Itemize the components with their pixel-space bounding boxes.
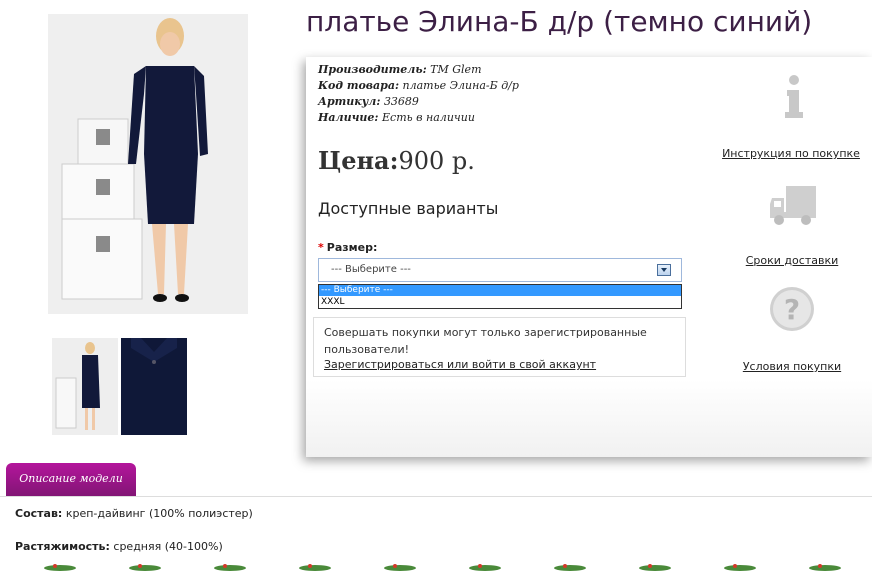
stock-row: Наличие: Есть в наличии	[318, 111, 475, 124]
manufacturer-row: Производитель: TM Glem	[318, 63, 482, 76]
article-value: 33689	[383, 95, 419, 108]
composition-label: Состав:	[15, 507, 63, 520]
login-register-link[interactable]: Зарегистрироваться или войти в свой акка…	[324, 358, 596, 371]
tab-description[interactable]: Описание модели	[6, 463, 136, 496]
tab-description-label: Описание модели	[19, 472, 123, 485]
product-main-image[interactable]	[48, 14, 248, 314]
price: Цена:900 р.	[318, 146, 475, 175]
price-value: 900 р.	[398, 147, 475, 175]
size-select-value: --- Выберите ---	[331, 264, 411, 275]
instruction-link[interactable]: Инструкция по покупке	[721, 147, 861, 160]
stock-value: Есть в наличии	[382, 111, 475, 124]
delivery-link[interactable]: Сроки доставки	[722, 254, 862, 267]
product-thumbnail-2[interactable]	[121, 338, 187, 435]
product-title: платье Элина-Б д/р (темно синий)	[306, 5, 813, 38]
question-icon[interactable]: ?	[768, 285, 816, 333]
size-option-placeholder[interactable]: --- Выберите ---	[319, 285, 681, 296]
stretch-row: Растяжимость: средняя (40-100%)	[15, 540, 223, 553]
article-label: Артикул:	[318, 95, 381, 108]
truck-icon[interactable]	[770, 182, 818, 230]
price-label: Цена:	[318, 146, 399, 175]
manufacturer-value[interactable]: TM Glem	[430, 63, 481, 76]
chevron-down-icon[interactable]	[657, 264, 671, 276]
composition-row: Состав: креп-дайвинг (100% полиэстер)	[15, 507, 253, 520]
login-notice: Совершать покупки могут только зарегистр…	[313, 317, 686, 377]
article-row: Артикул: 33689	[318, 95, 419, 108]
size-dropdown-list: --- Выберите --- XXXL	[318, 284, 682, 309]
login-notice-text: Совершать покупки могут только зарегистр…	[324, 326, 647, 356]
svg-text:?: ?	[784, 293, 800, 326]
panel-gradient	[306, 380, 872, 457]
tab-divider	[0, 496, 872, 497]
stretch-label: Растяжимость:	[15, 540, 110, 553]
manufacturer-label: Производитель:	[318, 63, 427, 76]
size-label: * Размер:	[318, 241, 377, 254]
product-thumbnail-1[interactable]	[52, 338, 118, 435]
size-option-xxxl[interactable]: XXXL	[319, 297, 681, 308]
terms-link[interactable]: Условия покупки	[722, 360, 862, 373]
size-select[interactable]: --- Выберите ---	[318, 258, 682, 282]
composition-value: креп-дайвинг (100% полиэстер)	[65, 507, 253, 520]
required-mark: *	[318, 241, 324, 254]
product-code-value: платье Элина-Б д/р	[402, 79, 519, 92]
stretch-value: средняя (40-100%)	[113, 540, 223, 553]
holiday-garland-decoration	[0, 556, 872, 571]
product-code-label: Код товара:	[318, 79, 400, 92]
product-code-row: Код товара: платье Элина-Б д/р	[318, 79, 519, 92]
variants-heading: Доступные варианты	[318, 199, 499, 218]
size-label-text: Размер:	[326, 241, 378, 254]
stock-label: Наличие:	[318, 111, 379, 124]
info-icon[interactable]	[770, 72, 818, 120]
